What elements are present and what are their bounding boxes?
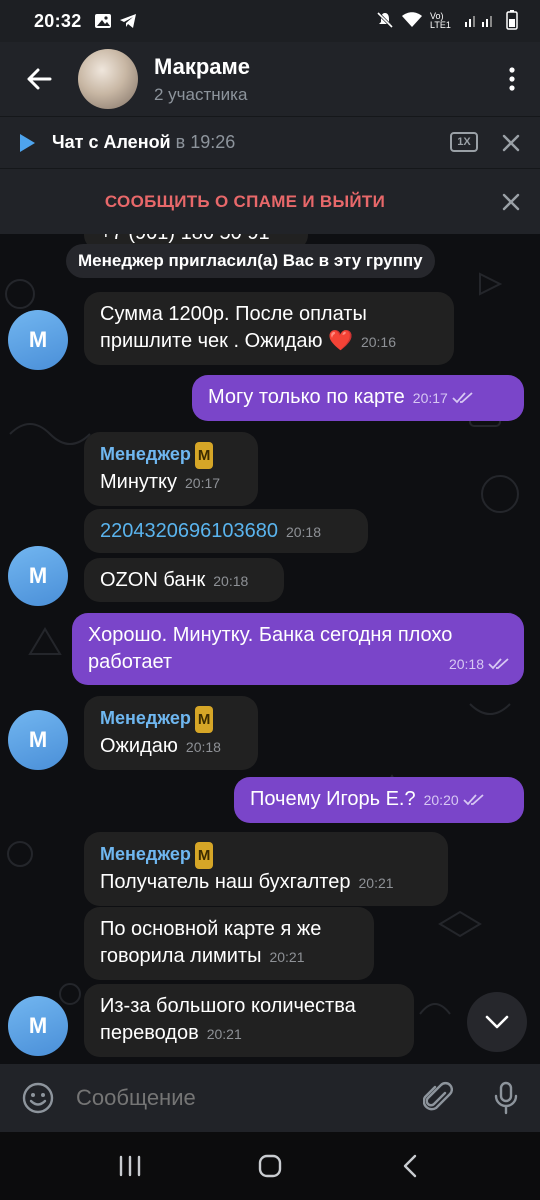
system-message: Менеджер пригласил(а) Вас в эту группу [66, 244, 435, 278]
chat-subtitle: 2 участника [154, 84, 248, 104]
message-time: 20:20 [423, 792, 459, 808]
message-time: 20:17 [185, 475, 221, 491]
back-button[interactable] [0, 42, 78, 116]
recent-apps-icon [119, 1155, 141, 1177]
message-input[interactable] [76, 1085, 404, 1111]
status-indicators: Vo) LTE1 [376, 9, 518, 33]
message-time: 20:18 [448, 656, 484, 672]
message-time: 20:21 [358, 875, 394, 891]
emoji-icon [22, 1082, 54, 1114]
message-list[interactable]: +7 (901) 180 50 91 Менеджер пригласил(а)… [0, 234, 540, 1064]
message-text: +7 (901) 180 50 91 [100, 234, 270, 244]
sender-badge: M [194, 842, 214, 869]
read-double-check-icon [488, 658, 509, 670]
audio-time: в 19:26 [175, 132, 236, 152]
audio-chat-name: Чат с Аленой [52, 132, 171, 152]
message-bubble[interactable]: Почему Игорь Е.? 20:20 [234, 777, 524, 823]
message-bubble[interactable]: Сумма 1200р. После оплаты пришлите чек .… [84, 292, 454, 365]
message-bubble[interactable]: Менеджер M Получатель наш бухгалтер 20:21 [84, 832, 448, 906]
back-nav-button[interactable] [380, 1136, 440, 1196]
sender-name-text: Менеджер [100, 844, 191, 864]
report-spam-button[interactable]: СООБЩИТЬ О СПАМЕ И ВЫЙТИ [105, 192, 385, 212]
message-text: Могу только по карте [208, 386, 405, 408]
chat-header: Макраме 2 участника [0, 42, 540, 116]
message-text: Ожидаю [100, 735, 178, 757]
system-navigation-bar [0, 1132, 540, 1200]
chevron-down-icon [485, 1015, 509, 1029]
attach-button[interactable] [404, 1064, 472, 1132]
message-text: Сумма 1200р. После оплаты пришлите чек .… [100, 303, 367, 352]
avatar[interactable]: M [8, 310, 68, 370]
message-bubble[interactable]: Могу только по карте 20:17 [192, 375, 524, 421]
audio-player-bar[interactable]: Чат с Аленой в 19:26 1X [0, 116, 540, 168]
battery-icon [506, 9, 518, 33]
chat-title: Макраме [154, 53, 251, 79]
read-double-check-icon [463, 794, 484, 806]
recent-apps-button[interactable] [100, 1136, 160, 1196]
play-icon[interactable] [18, 132, 40, 154]
paperclip-icon [423, 1082, 453, 1111]
back-arrow-icon [27, 68, 52, 90]
message-link[interactable]: 2204320696103680 [100, 520, 278, 542]
network-label: Vo) LTE1 [430, 11, 451, 30]
spam-report-bar: СООБЩИТЬ О СПАМЕ И ВЫЙТИ [0, 168, 540, 234]
message-bubble[interactable]: По основной карте я же говорила лимиты 20… [84, 907, 374, 980]
microphone-button[interactable] [472, 1064, 540, 1132]
message-composer [0, 1064, 540, 1132]
avatar[interactable]: M [8, 710, 68, 770]
status-time: 20:32 [34, 10, 82, 31]
chat-title-block[interactable]: Макраме 2 участника [154, 54, 250, 105]
message-time: 20:17 [412, 390, 448, 406]
playback-speed-button[interactable]: 1X [450, 132, 478, 152]
signal-icon [464, 12, 498, 31]
telegram-notification-icon [119, 13, 137, 29]
sender-name: Менеджер M [100, 841, 432, 869]
sender-badge: M [194, 706, 214, 733]
close-player-button[interactable] [497, 129, 525, 157]
sender-name: Менеджер M [100, 441, 242, 469]
status-bar: 20:32 Vo) LTE1 [0, 0, 540, 42]
wifi-icon [402, 11, 422, 31]
message-time: 20:18 [213, 573, 249, 589]
close-icon [502, 134, 520, 152]
read-double-check-icon [452, 392, 473, 404]
avatar[interactable]: M [8, 996, 68, 1056]
more-vertical-icon [509, 67, 515, 91]
sender-name-text: Менеджер [100, 708, 191, 728]
gallery-notification-icon [94, 13, 112, 29]
message-meta: 20:18 [441, 650, 510, 678]
message-time: 20:18 [185, 739, 221, 755]
more-menu-button[interactable] [484, 42, 540, 116]
message-time: 20:21 [269, 949, 305, 965]
close-spam-bar-button[interactable] [497, 188, 525, 216]
message-bubble[interactable]: Менеджер M Минутку 20:17 [84, 432, 258, 506]
home-icon [258, 1154, 282, 1178]
group-avatar[interactable] [78, 49, 138, 109]
message-text: OZON банк [100, 569, 206, 591]
sender-badge: M [194, 442, 214, 469]
message-bubble[interactable]: 2204320696103680 20:18 [84, 509, 368, 553]
message-time: 20:16 [360, 334, 396, 350]
close-icon [502, 193, 520, 211]
message-bubble[interactable]: Из-за большого количества переводов 20:21 [84, 984, 414, 1057]
emoji-button[interactable] [0, 1064, 76, 1132]
message-text: Почему Игорь Е.? [250, 788, 416, 810]
message-text: Минутку [100, 471, 178, 493]
scroll-to-bottom-button[interactable] [467, 992, 527, 1052]
message-text: Хорошо. Минутку. Банка сегодня плохо раб… [88, 624, 453, 673]
message-bubble[interactable]: Менеджер M Ожидаю 20:18 [84, 696, 258, 770]
message-text: Получатель наш бухгалтер [100, 871, 351, 893]
message-time: 20:21 [206, 1026, 242, 1042]
home-button[interactable] [240, 1136, 300, 1196]
audio-title: Чат с Аленой в 19:26 [52, 132, 235, 153]
message-bubble[interactable]: Хорошо. Минутку. Банка сегодня плохо раб… [72, 613, 524, 685]
message-bubble[interactable]: OZON банк 20:18 [84, 558, 284, 602]
sender-name-text: Менеджер [100, 444, 191, 464]
message-time: 20:18 [285, 524, 322, 540]
back-chevron-icon [403, 1154, 417, 1178]
sender-name: Менеджер M [100, 705, 242, 733]
avatar[interactable]: M [8, 546, 68, 606]
microphone-icon [494, 1081, 518, 1115]
mute-icon [376, 11, 394, 32]
